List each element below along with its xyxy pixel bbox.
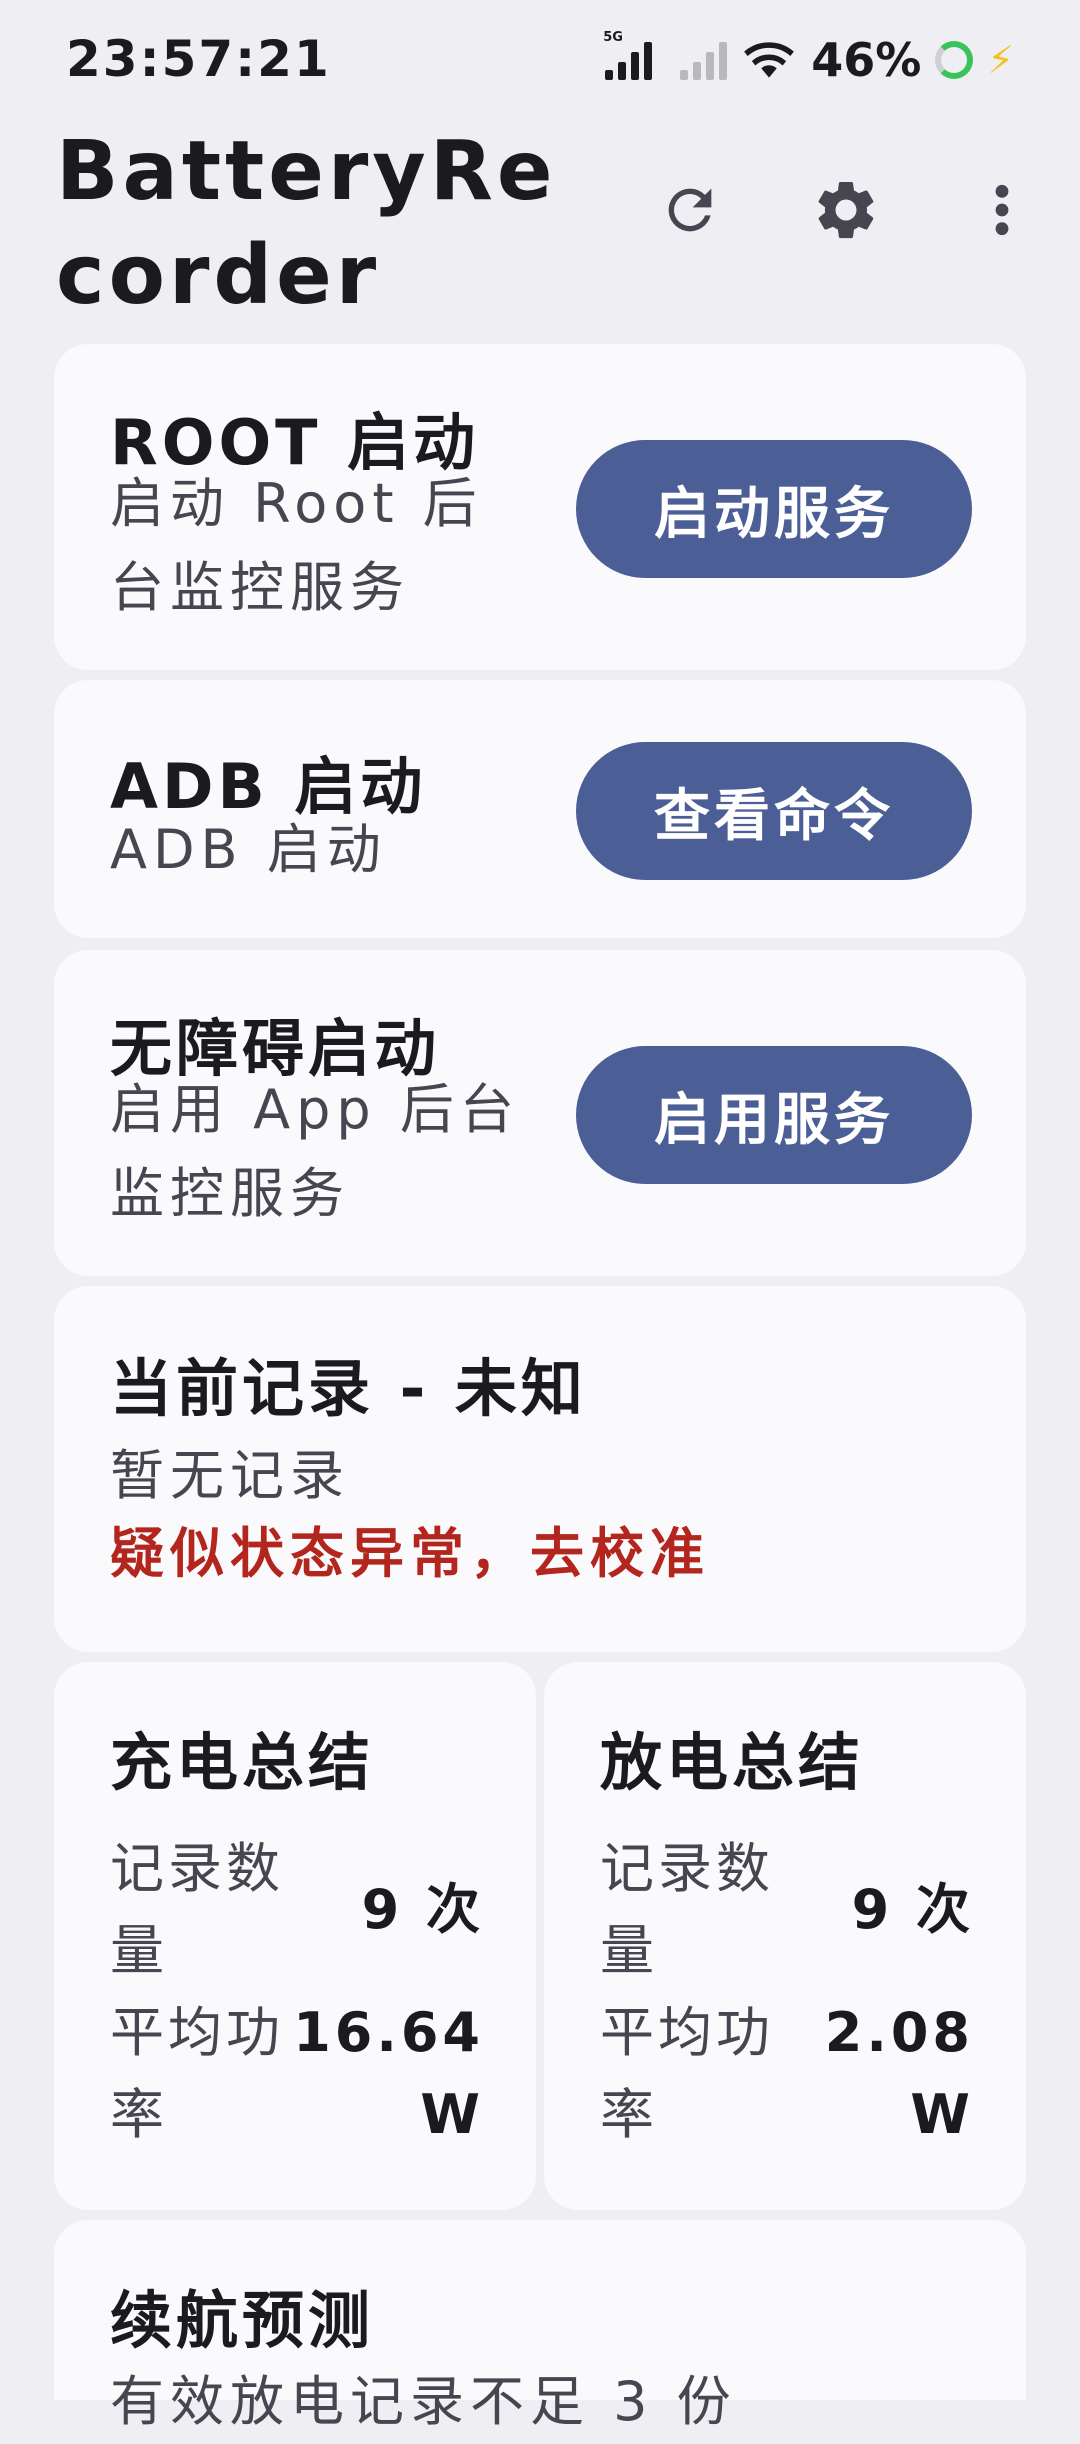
more-vert-icon [995,184,1009,236]
adb-start-card: ADB 启动 ADB 启动 查看命令 [54,680,1026,938]
refresh-button[interactable] [642,162,738,258]
root-start-card: ROOT 启动 启动 Root 后台监控服务 启动服务 [54,344,1026,670]
refresh-icon [668,188,712,232]
app-bar: BatteryRecorder [0,110,1080,323]
accessibility-start-subtitle: 启用 App 后台监控服务 [110,1078,520,1225]
charge-power-value: 16.64 W [293,2001,484,2146]
cell-signal-icon: 5G [603,30,653,80]
no-record-text: 暂无记录 [110,1444,350,1507]
status-icons: 5G 46% ⚡ [603,30,1014,90]
current-record-card[interactable]: 当前记录 - 未知 暂无记录 疑似状态异常，去校准 [54,1286,1026,1652]
status-time: 23:57:21 [66,30,331,88]
charge-summary-title: 充电总结 [110,1726,375,1799]
battery-ring-icon [935,41,974,79]
battery-prediction-text: 有效放电记录不足 3 份 [110,2370,737,2433]
charge-power-row: 平均功率 16.64 W [110,1992,484,2156]
more-options-button[interactable] [954,162,1050,258]
charge-count-value: 9 次 [361,1878,484,1941]
start-service-button[interactable]: 启动服务 [576,440,972,578]
settings-icon [818,181,874,239]
calibrate-warning-link[interactable]: 疑似状态异常，去校准 [110,1512,710,1596]
charge-count-label: 记录数量 [110,1837,284,1982]
discharge-summary-title: 放电总结 [600,1726,865,1799]
discharge-count-value: 9 次 [851,1878,974,1941]
battery-prediction-title: 续航预测 [110,2284,375,2357]
app-title: BatteryRecorder [56,124,557,323]
view-command-button[interactable]: 查看命令 [576,742,972,880]
charge-summary-card[interactable]: 充电总结 记录数量 9 次 平均功率 16.64 W [54,1662,536,2210]
wifi-icon [744,42,795,78]
charge-count-row: 记录数量 9 次 [110,1828,484,1992]
root-start-subtitle: 启动 Root 后台监控服务 [110,472,483,619]
battery-prediction-card[interactable]: 续航预测 有效放电记录不足 3 份 [54,2220,1026,2433]
discharge-power-row: 平均功率 2.08 W [600,1992,974,2156]
current-record-title: 当前记录 - 未知 [110,1352,587,1425]
accessibility-start-card: 无障碍启动 启用 App 后台监控服务 启用服务 [54,950,1026,1276]
cell-signal-2-icon [680,40,728,80]
network-type-label: 5G [603,30,623,45]
charge-power-label: 平均功率 [110,2001,284,2146]
adb-start-subtitle: ADB 启动 [110,818,387,881]
discharge-summary-card[interactable]: 放电总结 记录数量 9 次 平均功率 2.08 W [544,1662,1026,2210]
battery-percent: 46% [811,33,922,87]
discharge-count-label: 记录数量 [600,1837,774,1982]
status-bar: 23:57:21 5G 46% ⚡ [0,0,1080,120]
discharge-count-row: 记录数量 9 次 [600,1828,974,1992]
enable-service-button[interactable]: 启用服务 [576,1046,972,1184]
discharge-power-label: 平均功率 [600,2001,774,2146]
discharge-power-value: 2.08 W [824,2001,974,2146]
app-bar-actions [642,162,1050,258]
settings-button[interactable] [798,162,894,258]
charging-bolt-icon: ⚡ [987,38,1014,82]
